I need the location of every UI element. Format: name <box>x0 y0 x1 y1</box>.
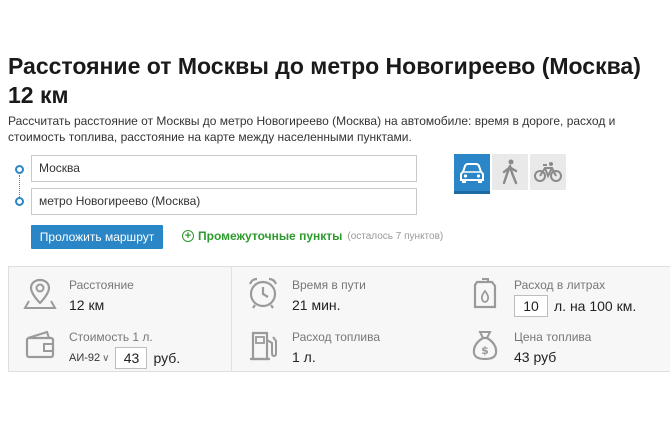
add-waypoint-link[interactable]: + Промежуточные пункты (осталось 7 пункт… <box>182 229 443 243</box>
cost-per-liter-label: Стоимость 1 л. <box>69 330 153 344</box>
mode-car-button[interactable] <box>454 154 490 194</box>
fuel-canister-icon <box>473 278 497 309</box>
map-pin-icon <box>23 278 57 309</box>
fuel-type-select[interactable]: АИ-92 <box>69 352 100 364</box>
mode-bike-button[interactable] <box>530 154 566 190</box>
chevron-down-icon[interactable]: ∨ <box>102 353 109 364</box>
fuel-price-cell: $ Цена топлива 43 руб <box>454 319 670 371</box>
time-value: 21 мин. <box>292 297 341 313</box>
cost-per-liter-row: АИ-92 ∨ 43 руб. <box>69 347 180 369</box>
fuel-used-value: 1 л. <box>292 349 316 365</box>
price-per-liter-unit: руб. <box>153 350 181 366</box>
build-route-button[interactable]: Проложить маршрут <box>31 225 163 249</box>
bike-icon <box>534 162 562 182</box>
mode-walk-button[interactable] <box>492 154 528 190</box>
plus-circle-icon: + <box>182 230 194 242</box>
origin-input[interactable]: Москва <box>31 155 417 182</box>
consumption-input[interactable]: 10 <box>514 295 548 317</box>
destination-input[interactable]: метро Новогиреево (Москва) <box>31 188 417 215</box>
distance-value: 12 км <box>69 297 105 313</box>
car-icon <box>460 162 484 183</box>
time-cell: Время в пути 21 мин. <box>232 267 454 319</box>
waypoints-remaining: (осталось 7 пунктов) <box>347 230 444 242</box>
page-title: Расстояние от Москвы до метро Новогиреев… <box>8 53 641 108</box>
walk-icon <box>502 159 518 185</box>
consumption-cell: Расход в литрах 10 л. на 100 км. <box>454 267 670 319</box>
distance-cell: Расстояние 12 км <box>9 267 231 319</box>
distance-label: Расстояние <box>69 278 134 292</box>
consumption-label: Расход в литрах <box>514 278 606 292</box>
waypoints-label: Промежуточные пункты <box>198 229 343 243</box>
fuel-used-cell: Расход топлива 1 л. <box>232 319 454 371</box>
gas-pump-icon <box>250 331 277 361</box>
cost-per-liter-cell: Стоимость 1 л. АИ-92 ∨ 43 руб. <box>9 319 231 371</box>
route-connector <box>19 175 20 197</box>
money-bag-icon: $ <box>472 331 498 361</box>
destination-marker-icon <box>15 197 24 206</box>
origin-marker-icon <box>15 165 24 174</box>
price-per-liter-input[interactable]: 43 <box>115 347 148 369</box>
page-description: Рассчитать расстояние от Москвы до метро… <box>8 114 616 144</box>
fuel-price-label: Цена топлива <box>514 330 592 344</box>
wallet-icon <box>25 330 55 359</box>
consumption-unit: л. на 100 км. <box>554 298 637 314</box>
time-label: Время в пути <box>292 278 366 292</box>
consumption-row: 10 л. на 100 км. <box>514 295 636 317</box>
fuel-price-value: 43 руб <box>514 349 557 365</box>
fuel-used-label: Расход топлива <box>292 330 381 344</box>
alarm-clock-icon <box>248 277 278 309</box>
svg-text:$: $ <box>481 344 489 357</box>
